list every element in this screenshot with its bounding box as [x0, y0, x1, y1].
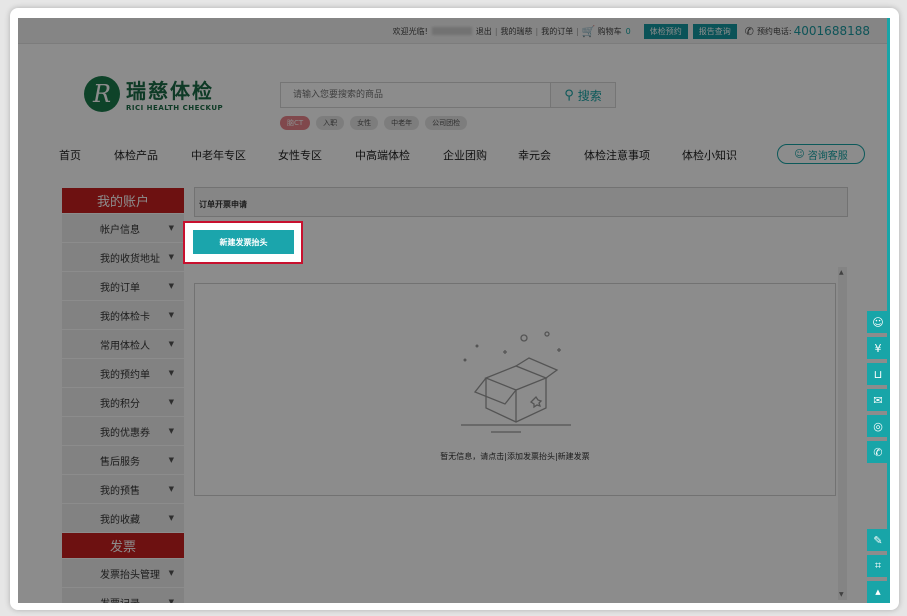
sidebar-item-account-info[interactable]: 帐户信息 ▼ [62, 214, 184, 243]
tag-item[interactable]: 脑CT [280, 116, 311, 130]
account-sidebar: 我的账户 帐户信息 ▼ 我的收货地址 ▼ 我的订单 ▼ 我的体检卡 ▼ 常用体检人 ▼ 我… [62, 188, 184, 603]
invoice-empty-panel: 暂无信息，请点击|添加发票抬头|新建发票 [194, 283, 836, 496]
window-frame: 欢迎光临! 退出 | 我的瑞慈 | 我的订单 | 🛒 购物车 0 体检预约 报告… [10, 8, 899, 610]
scroll-down-icon[interactable]: ▼ [839, 591, 844, 598]
scan-icon[interactable]: ⌗ [867, 555, 889, 577]
search-bar: ⚲ 搜索 [280, 82, 616, 108]
nav-item-xingyuan[interactable]: 幸元会 [518, 147, 551, 163]
sidebar-item-invoice-title-mgmt[interactable]: 发票抬头管理 ▼ [62, 559, 184, 588]
caret-down-icon: ▼ [168, 398, 174, 406]
nav-item-home[interactable]: 首页 [59, 147, 81, 163]
caret-down-icon: ▼ [168, 569, 174, 577]
scroll-up-icon[interactable]: ▲ [839, 269, 844, 276]
caret-down-icon: ▼ [168, 311, 174, 319]
empty-box-icon [461, 331, 571, 433]
sidebar-item-appointments[interactable]: 我的预约单 ▼ [62, 359, 184, 388]
cart-count: 0 [625, 26, 631, 36]
my-ruici-link[interactable]: 我的瑞慈 [501, 26, 533, 37]
caret-down-icon: ▼ [168, 427, 174, 435]
browser-viewport: 欢迎光临! 退出 | 我的瑞慈 | 我的订单 | 🛒 购物车 0 体检预约 报告… [18, 18, 890, 603]
caret-down-icon: ▼ [168, 598, 174, 603]
report-button[interactable]: 报告查询 [692, 23, 737, 39]
caret-down-icon: ▼ [168, 224, 174, 232]
consult-label: 咨询客服 [807, 150, 848, 162]
consult-button[interactable]: ☺ 咨询客服 [777, 144, 865, 164]
logo-cn-text: 瑞慈体检 [126, 79, 214, 103]
message-icon[interactable]: ✉ [867, 389, 889, 411]
caret-down-icon: ▼ [168, 369, 174, 377]
sidebar-account-title: 我的账户 [62, 188, 184, 214]
top-bar: 欢迎光临! 退出 | 我的瑞慈 | 我的订单 | 🛒 购物车 0 体检预约 报告… [18, 18, 890, 44]
sidebar-item-orders[interactable]: 我的订单 ▼ [62, 272, 184, 301]
tag-item[interactable]: 女性 [350, 116, 379, 130]
search-icon: ⚲ [564, 87, 574, 103]
edit-icon[interactable]: ✎ [867, 529, 889, 551]
site-logo[interactable]: R 瑞慈体检 RICI HEALTH CHECKUP [84, 75, 223, 112]
logo-mark-icon: R [84, 75, 120, 112]
nav-item-notes[interactable]: 体检注意事项 [584, 147, 650, 163]
phone-number: 4001688188 [793, 24, 870, 38]
sidebar-item-address[interactable]: 我的收货地址 ▼ [62, 243, 184, 272]
search-input[interactable] [280, 82, 550, 108]
cart-icon[interactable]: 🛒 [582, 25, 596, 38]
nav-item-knowledge[interactable]: 体检小知识 [682, 147, 737, 163]
sidebar-item-aftersale[interactable]: 售后服务 ▼ [62, 446, 184, 475]
sidebar-item-invoice-records[interactable]: 发票记录▼ [62, 588, 184, 603]
sidebar-item-favorites[interactable]: 我的收藏 ▼ [62, 504, 184, 533]
phone-label: 预约电话: [756, 26, 792, 36]
yen-icon[interactable]: ¥ [867, 337, 889, 359]
sidebar-item-points[interactable]: 我的积分 ▼ [62, 388, 184, 417]
qq-icon[interactable]: ◎ [867, 415, 889, 437]
phone-icon: ✆ [744, 24, 754, 38]
logo-en-text: RICI HEALTH CHECKUP [126, 104, 224, 112]
content-scrollbar[interactable]: ▲ ▼ [838, 267, 847, 600]
sidebar-invoice-title: 发票 [62, 533, 184, 559]
empty-message: 暂无信息，请点击|添加发票抬头|新建发票 [440, 452, 590, 461]
caret-down-icon: ▼ [168, 340, 174, 348]
caret-down-icon: ▼ [168, 282, 174, 290]
cart-link[interactable]: 购物车 [598, 26, 622, 37]
tag-item[interactable]: 入职 [316, 116, 345, 130]
hot-tags: 脑CT 入职 女性 中老年 公司团检 [280, 116, 473, 130]
caret-down-icon: ▼ [168, 253, 174, 261]
book-button[interactable]: 体检预约 [643, 23, 688, 39]
nav-item-women[interactable]: 女性专区 [278, 147, 322, 163]
my-orders-link[interactable]: 我的订单 [541, 26, 573, 37]
page-title: 订单开票申请 [194, 187, 848, 217]
highlight-box [183, 221, 303, 264]
phone-float-icon[interactable]: ✆ [867, 441, 889, 463]
cart-float-icon[interactable]: ⊔ [867, 363, 889, 385]
sidebar-item-coupons[interactable]: 我的优惠券 ▼ [62, 417, 184, 446]
caret-down-icon: ▼ [168, 514, 174, 522]
tag-item[interactable]: 中老年 [384, 116, 420, 130]
search-button[interactable]: ⚲ 搜索 [550, 82, 616, 108]
tag-item[interactable]: 公司团检 [425, 116, 468, 130]
sidebar-item-presale[interactable]: 我的预售 ▼ [62, 475, 184, 504]
main-nav: 首页 体检产品 中老年专区 女性专区 中高端体检 企业团购 幸元会 体检注意事项… [18, 143, 890, 165]
welcome-text: 欢迎光临! [392, 26, 428, 36]
nav-item-elder[interactable]: 中老年专区 [191, 147, 246, 163]
logout-link[interactable]: 退出 [476, 26, 492, 37]
user-icon[interactable]: ☺ [867, 311, 889, 333]
caret-down-icon: ▼ [168, 456, 174, 464]
sidebar-item-persons[interactable]: 常用体检人 ▼ [62, 330, 184, 359]
nav-item-group[interactable]: 企业团购 [443, 147, 487, 163]
caret-down-icon: ▼ [168, 485, 174, 493]
nav-item-products[interactable]: 体检产品 [114, 147, 158, 163]
search-button-label: 搜索 [577, 88, 602, 103]
chat-icon: ☺ [794, 148, 805, 160]
nav-item-premium[interactable]: 中高端体检 [355, 147, 410, 163]
back-to-top-icon[interactable]: ▲ [867, 581, 889, 603]
username-blurred [431, 27, 472, 35]
sidebar-item-cards[interactable]: 我的体检卡 ▼ [62, 301, 184, 330]
